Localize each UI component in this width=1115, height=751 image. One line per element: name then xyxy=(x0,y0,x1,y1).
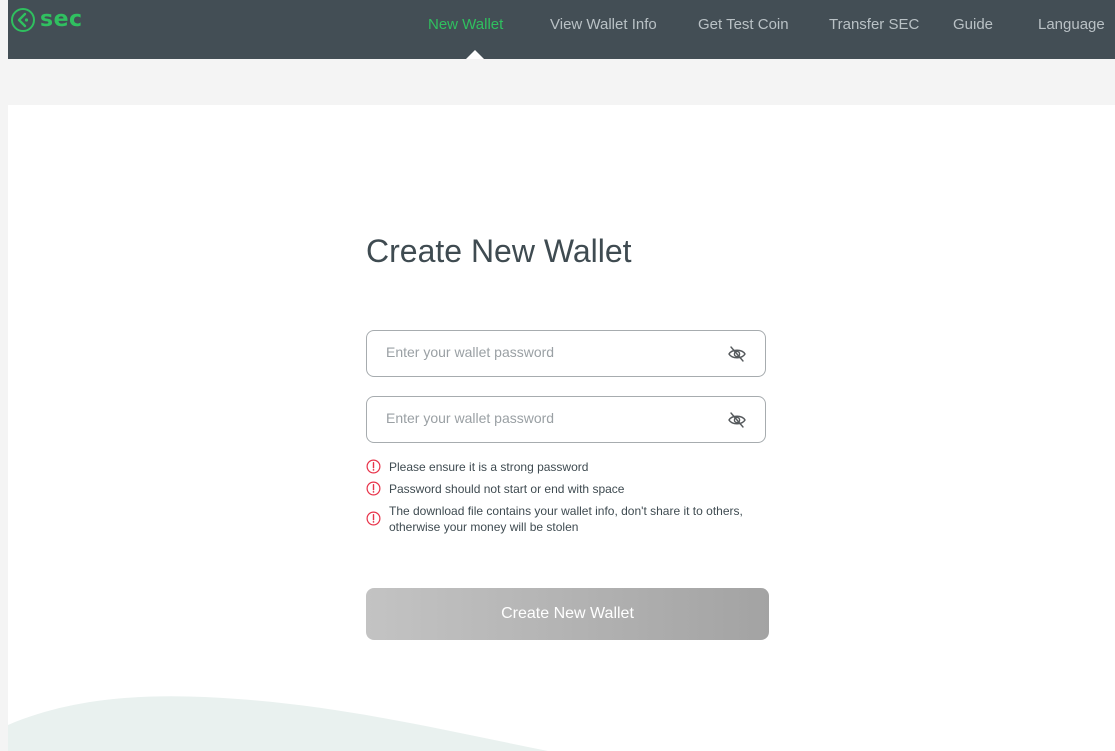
confirm-password-field xyxy=(366,396,766,443)
page-left-gutter xyxy=(0,0,8,751)
active-nav-caret xyxy=(466,50,484,59)
main-nav: New Wallet View Wallet Info Get Test Coi… xyxy=(8,0,1115,48)
warning-icon xyxy=(366,481,381,496)
password-note: The download file contains your wallet i… xyxy=(366,503,749,535)
warning-icon xyxy=(366,459,381,474)
note-text: The download file contains your wallet i… xyxy=(389,504,743,534)
nav-view-wallet-info[interactable]: View Wallet Info xyxy=(550,16,657,33)
note-text: Please ensure it is a strong password xyxy=(389,460,589,474)
note-text: Password should not start or end with sp… xyxy=(389,482,625,496)
confirm-password-input[interactable] xyxy=(386,397,716,439)
password-note: Password should not start or end with sp… xyxy=(366,481,786,497)
password-input[interactable] xyxy=(386,331,716,373)
nav-language[interactable]: Language xyxy=(1038,16,1105,33)
page-title: Create New Wallet xyxy=(366,233,632,269)
eye-off-icon[interactable] xyxy=(727,344,747,364)
nav-new-wallet[interactable]: New Wallet xyxy=(428,16,503,33)
create-wallet-panel: Create New Wallet Please ensure it is a … xyxy=(8,105,1115,751)
top-navbar: sec New Wallet View Wallet Info Get Test… xyxy=(8,0,1115,59)
eye-off-icon[interactable] xyxy=(727,410,747,430)
sub-header-bar xyxy=(8,59,1115,105)
nav-transfer-sec[interactable]: Transfer SEC xyxy=(829,16,919,33)
nav-guide[interactable]: Guide xyxy=(953,16,993,33)
password-note: Please ensure it is a strong password xyxy=(366,459,786,475)
create-new-wallet-button[interactable]: Create New Wallet xyxy=(366,588,769,640)
password-field xyxy=(366,330,766,377)
warning-icon xyxy=(366,511,381,526)
password-notes: Please ensure it is a strong password Pa… xyxy=(366,459,786,541)
nav-get-test-coin[interactable]: Get Test Coin xyxy=(698,16,789,33)
